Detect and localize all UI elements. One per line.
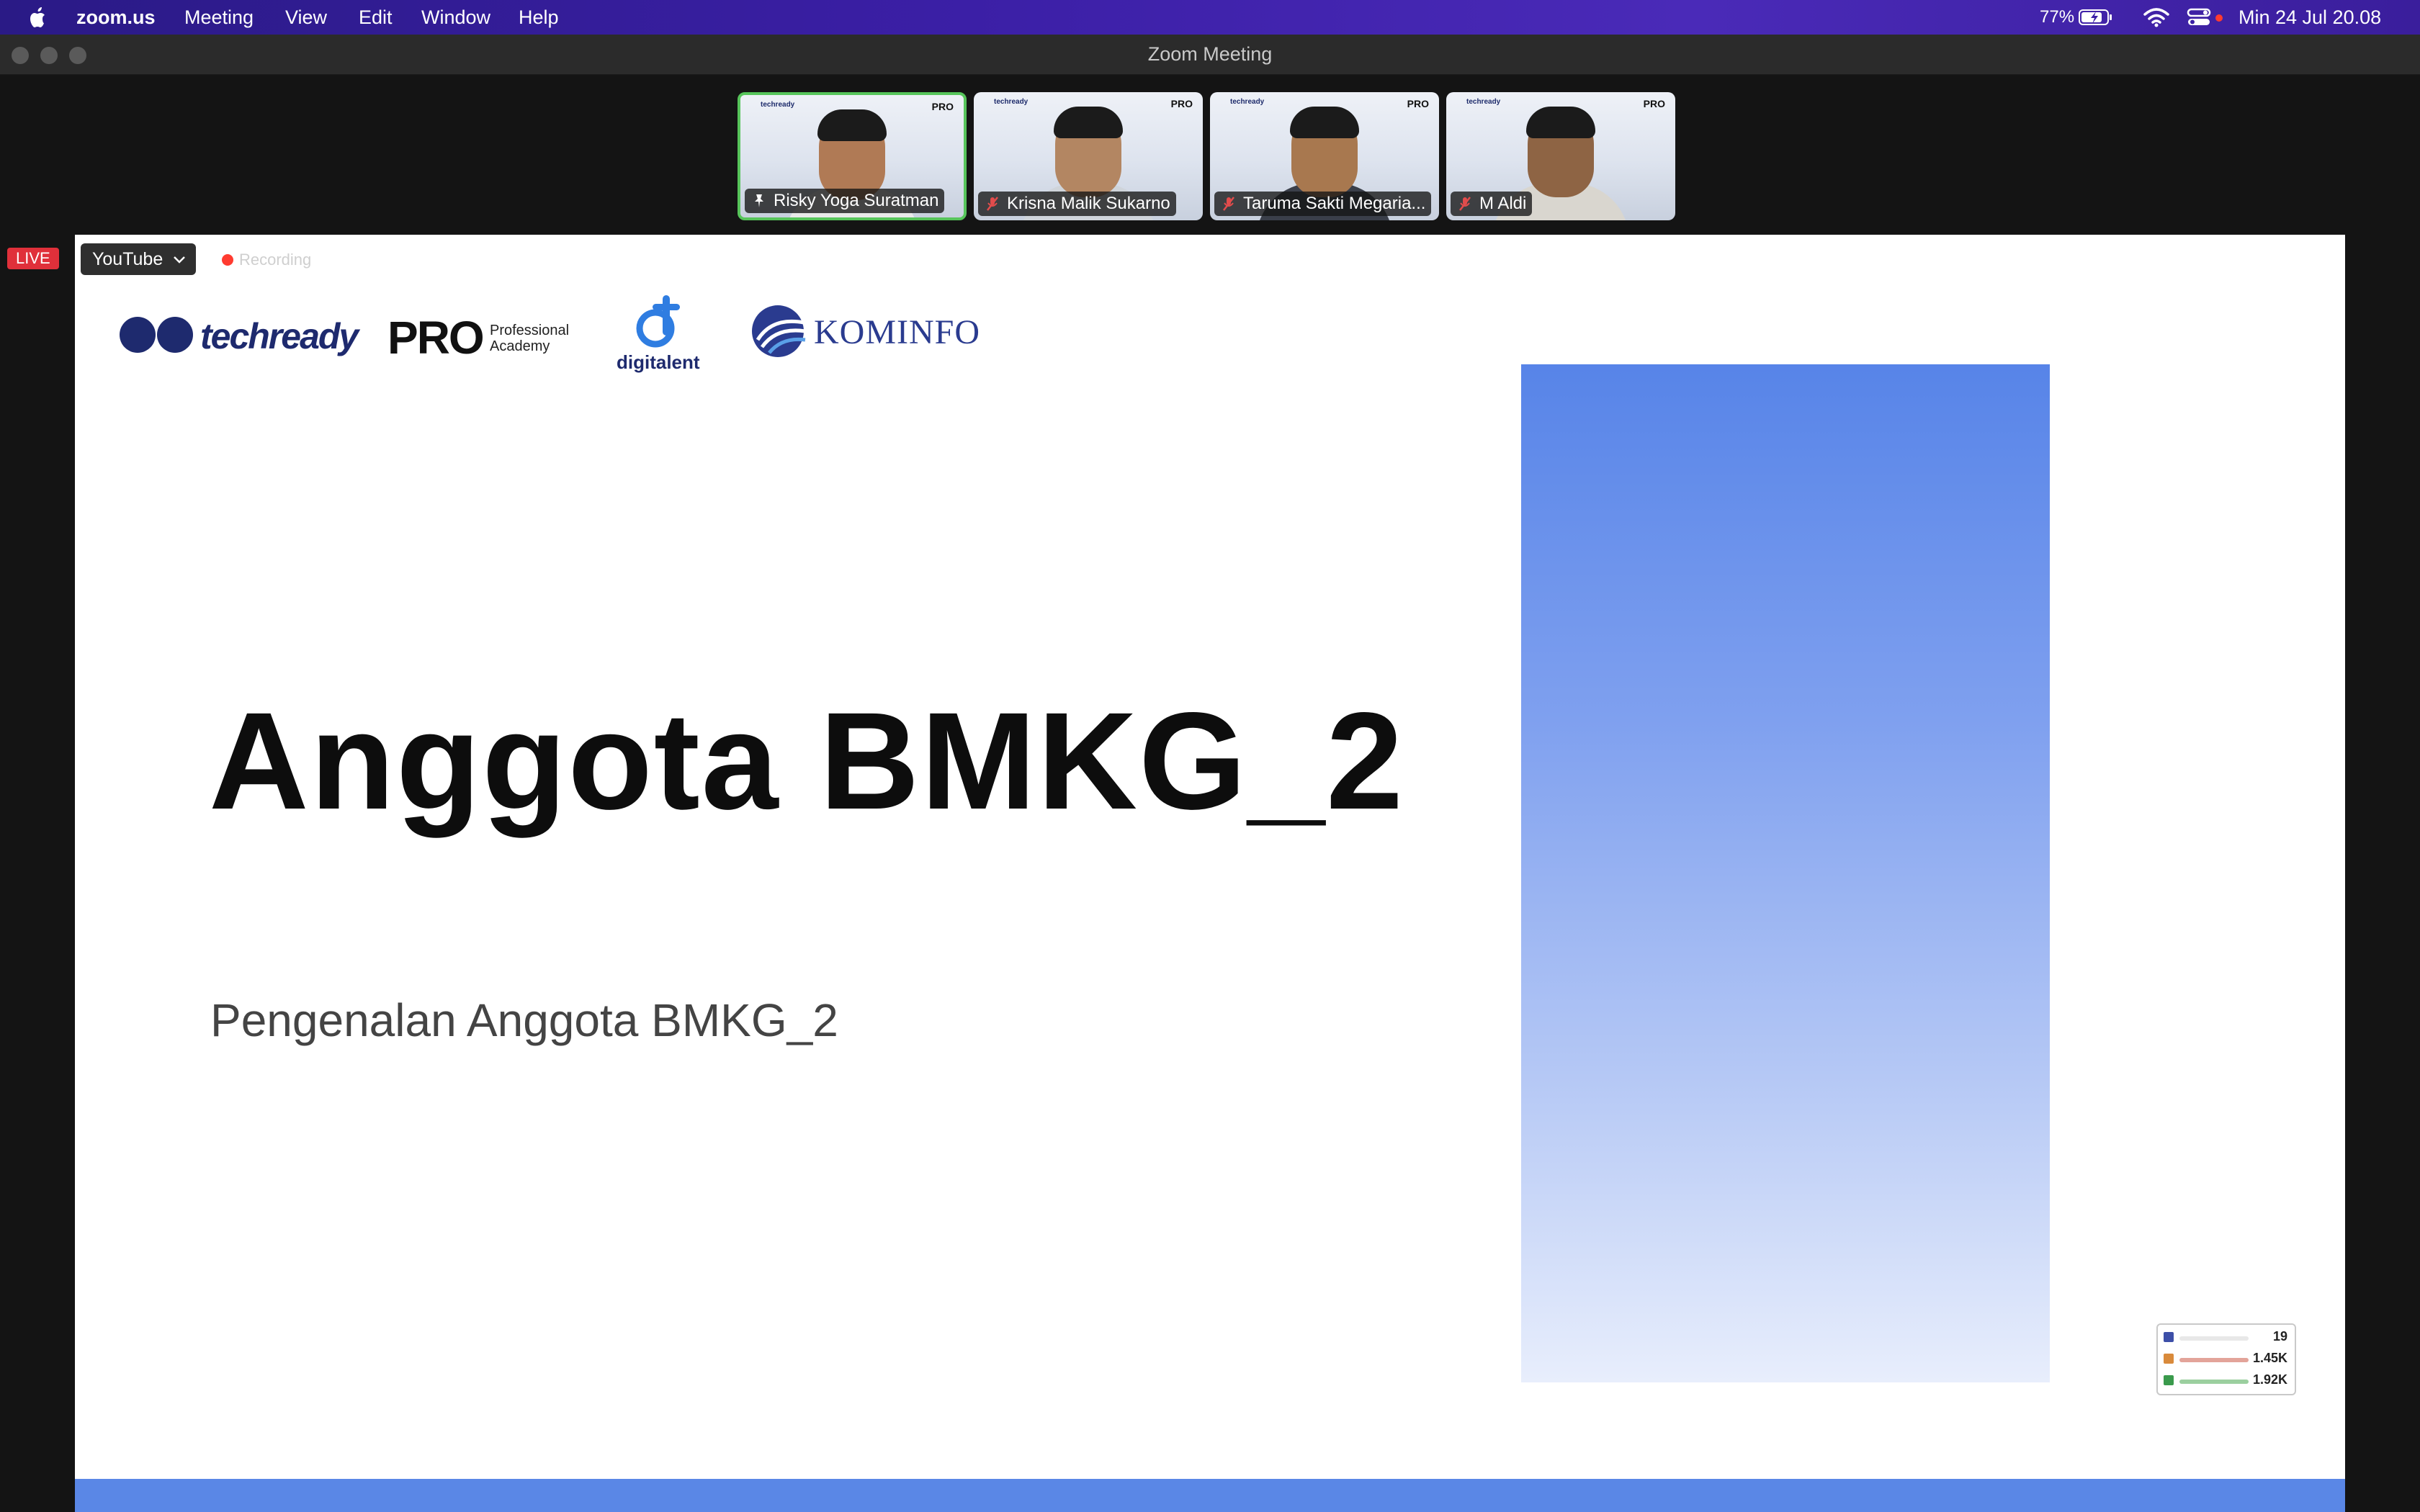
stream-stats-widget[interactable]: 19 1.45K 1.92K [2156,1323,2296,1395]
slide-footer-bar [75,1479,2345,1512]
pin-icon [755,194,763,207]
menubar-datetime[interactable]: Min 24 Jul 20.08 [2238,5,2381,30]
control-center-icon[interactable] [2187,7,2215,27]
battery-charging-icon[interactable] [2079,9,2113,26]
tile-pro: PRO [1643,98,1665,109]
tile-brand: techready [1466,98,1501,106]
techready-dot [120,317,156,353]
slide-title: Anggota BMKG_2 [209,683,1404,838]
menu-bar: zoom.us Meeting View Edit Window Help 77… [0,0,2420,35]
digitalent-icon [636,295,680,348]
tile-brand: techready [1230,98,1265,106]
menu-view[interactable]: View [285,5,327,30]
shared-slide: techready PRO Professional Academy digit… [75,235,2345,1512]
participant-tile[interactable]: techready PRO M Aldi [1446,92,1675,220]
stats-value: 19 [2272,1329,2287,1344]
participant-hair [1526,107,1595,138]
stats-bar [2179,1358,2249,1362]
participant-hair [1054,107,1123,138]
stats-row: 1.45K [2164,1349,2287,1369]
participant-name-tag: Krisna Malik Sukarno [978,192,1176,216]
mic-muted-icon [987,197,998,211]
window-title: Zoom Meeting [1147,43,1273,65]
participant-name-tag: Risky Yoga Suratman [745,189,945,213]
chevron-down-icon [174,256,186,264]
viewers-icon [2164,1332,2174,1342]
participant-name: Krisna Malik Sukarno [1007,194,1170,213]
recording-dot-icon [222,254,233,266]
pro-subtitle-1: Professional [490,323,570,338]
download-icon [2164,1375,2174,1385]
digitalent-logo: digitalent [617,295,710,374]
menu-window[interactable]: Window [421,5,490,30]
upload-icon [2164,1354,2174,1364]
stats-value: 1.45K [2252,1351,2287,1365]
digitalent-text: digitalent [617,351,700,373]
tile-brand: techready [761,101,795,109]
tile-pro: PRO [931,101,954,112]
recording-status[interactable]: Recording [219,249,311,271]
app-name-menu[interactable]: zoom.us [76,5,156,30]
participant-tile[interactable]: techready PRO Krisna Malik Sukarno [974,92,1203,220]
recording-indicator-icon [2215,14,2223,22]
window-title-bar: Zoom Meeting [0,35,2420,75]
mic-muted-icon [1459,197,1471,211]
mic-muted-icon [1223,197,1234,211]
stats-value: 1.92K [2252,1372,2287,1387]
kominfo-emblem-icon [752,305,806,357]
slide-subtitle: Pengenalan Anggota BMKG_2 [210,994,838,1046]
menu-meeting[interactable]: Meeting [184,5,254,30]
participant-hair [817,109,887,141]
stats-row: 1.92K [2164,1371,2287,1391]
techready-dot [157,317,193,353]
stream-target-dropdown[interactable]: YouTube [81,243,197,275]
stream-target-label: YouTube [92,249,163,269]
stats-bar [2179,1380,2249,1384]
pro-text: PRO [387,312,485,364]
tile-brand: techready [994,98,1028,106]
live-badge: LIVE [7,248,59,269]
tile-pro: PRO [1407,98,1429,109]
participant-name: Taruma Sakti Megaria... [1243,194,1426,213]
kominfo-text: KOMINFO [814,313,981,351]
participant-hair [1290,107,1359,138]
menu-edit[interactable]: Edit [359,5,393,30]
participant-name: Risky Yoga Suratman [774,191,939,210]
participant-tile[interactable]: techready PRO Taruma Sakti Megaria... [1210,92,1439,220]
menu-help[interactable]: Help [519,5,559,30]
participant-name-tag: M Aldi [1451,192,1533,216]
wifi-icon[interactable] [2143,7,2169,27]
techready-logo: techready [120,314,364,357]
stats-bar [2179,1336,2249,1341]
techready-text: techready [200,316,359,356]
participant-name: M Aldi [1479,194,1527,213]
apple-menu-icon[interactable] [27,6,49,30]
tile-pro: PRO [1170,98,1193,109]
decorative-gradient-panel [1521,364,2050,1382]
battery-percent: 77% [2040,7,2075,27]
participant-name-tag: Taruma Sakti Megaria... [1214,192,1432,216]
recording-label: Recording [239,251,312,269]
participant-video-strip: techready PRO Risky Yoga Suratman techre… [0,75,2420,235]
participant-tile[interactable]: techready PRO Risky Yoga Suratman [738,92,967,220]
pro-subtitle-2: Academy [490,338,550,354]
stats-row: 19 [2164,1328,2287,1348]
